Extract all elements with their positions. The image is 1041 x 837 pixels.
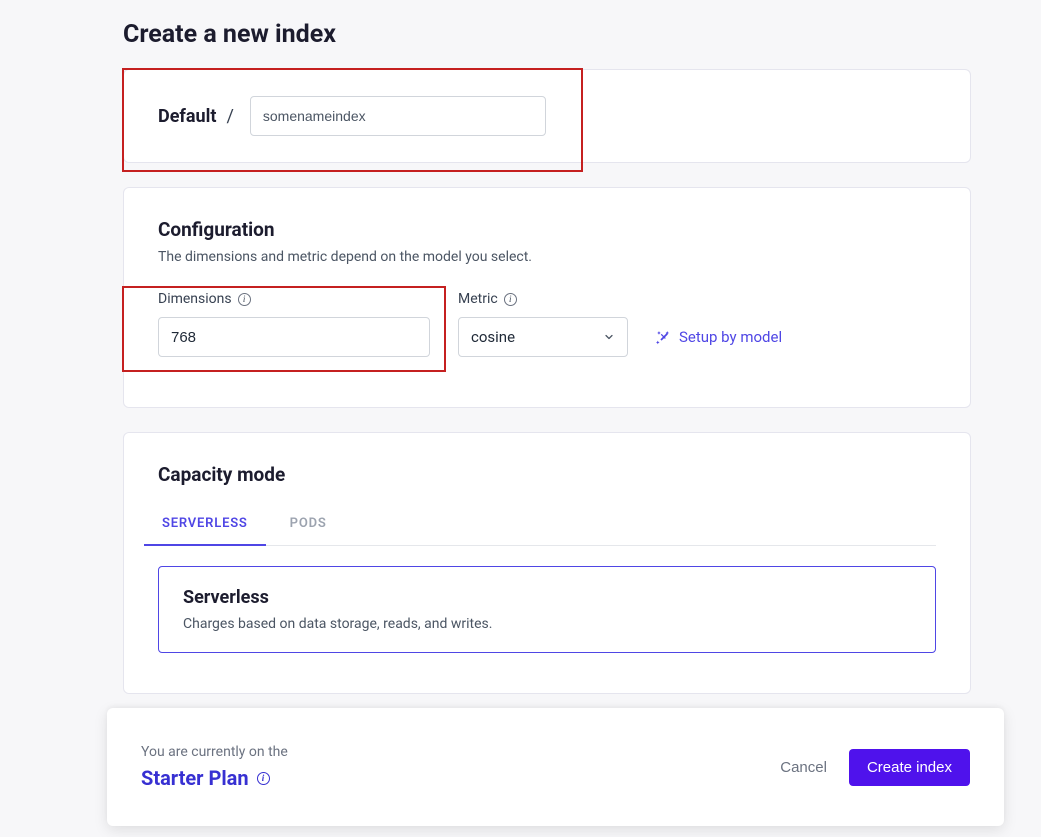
page-title: Create a new index	[123, 20, 971, 49]
configuration-card: Configuration The dimensions and metric …	[123, 187, 971, 408]
project-name-label: Default	[158, 106, 216, 127]
metric-field: Metric i cosine	[458, 291, 628, 357]
index-name-input[interactable]	[250, 96, 546, 136]
cancel-button[interactable]: Cancel	[780, 759, 827, 776]
dimensions-input[interactable]	[158, 317, 430, 357]
capacity-card: Capacity mode SERVERLESS PODS Serverless…	[123, 432, 971, 694]
configuration-description: The dimensions and metric depend on the …	[158, 249, 936, 265]
plan-name: Starter Plan	[141, 766, 249, 790]
tab-pods[interactable]: PODS	[286, 508, 331, 545]
setup-by-model-link[interactable]: Setup by model	[656, 317, 782, 357]
footer-bar: You are currently on the Starter Plan i …	[107, 708, 1004, 826]
name-separator: /	[226, 106, 233, 127]
dimensions-field: Dimensions i	[158, 291, 430, 357]
capacity-heading: Capacity mode	[158, 463, 936, 486]
capacity-mode-box[interactable]: Serverless Charges based on data storage…	[158, 566, 936, 653]
capacity-mode-title: Serverless	[183, 587, 911, 608]
plan-block: You are currently on the Starter Plan i	[141, 744, 288, 790]
metric-label: Metric	[458, 291, 498, 307]
capacity-mode-description: Charges based on data storage, reads, an…	[183, 616, 911, 632]
metric-select[interactable]: cosine	[458, 317, 628, 357]
configuration-heading: Configuration	[158, 218, 936, 241]
create-index-button[interactable]: Create index	[849, 749, 970, 786]
setup-by-model-label: Setup by model	[679, 328, 782, 346]
metric-value: cosine	[471, 328, 515, 346]
dimensions-label: Dimensions	[158, 291, 232, 307]
info-icon[interactable]: i	[238, 293, 251, 306]
tab-serverless[interactable]: SERVERLESS	[158, 508, 252, 545]
info-icon[interactable]: i	[257, 772, 270, 785]
plan-prefix: You are currently on the	[141, 744, 288, 760]
wand-icon	[656, 330, 671, 345]
index-name-card: Default /	[123, 69, 971, 163]
info-icon[interactable]: i	[504, 293, 517, 306]
chevron-down-icon	[603, 331, 615, 343]
capacity-tabs: SERVERLESS PODS	[158, 508, 936, 546]
